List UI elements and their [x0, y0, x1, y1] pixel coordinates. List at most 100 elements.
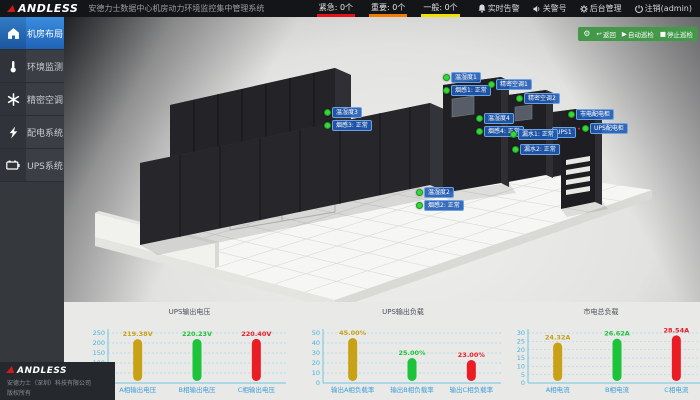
status-dot — [324, 122, 331, 129]
svg-text:28.54A: 28.54A — [664, 326, 690, 334]
sensor-label-text: UPS配电柜 — [590, 123, 628, 134]
mute-alarm-button[interactable]: 关警号 — [533, 3, 567, 14]
sensor-label-text: 市电配电柜 — [576, 109, 614, 120]
sidebar-item-label: 环境监测 — [26, 50, 64, 82]
sensor-label-text: 温湿度2 — [424, 187, 454, 198]
sensor-label-14[interactable]: 烟感2: 正常 — [416, 200, 464, 211]
sensor-label-text: 精密空调2 — [524, 93, 560, 104]
status-dot — [488, 81, 495, 88]
status-dot — [510, 131, 517, 138]
play-icon: ▶ — [622, 30, 627, 38]
svg-text:C相输出电压: C相输出电压 — [238, 385, 276, 394]
mute-alarm-label: 关警号 — [543, 3, 567, 14]
mains-load-chart: 05101520253024.32AA相电流26.62AB相电流28.54AC相… — [502, 317, 700, 400]
svg-text:45.00%: 45.00% — [339, 329, 367, 337]
svg-text:250: 250 — [93, 329, 105, 337]
status-dot — [582, 125, 589, 132]
header: ANDLESS 安德力士数据中心机房动力环境监控集中管理系统 紧急: 0个重要:… — [0, 0, 700, 17]
footer-logo: ANDLESS — [7, 366, 115, 376]
scene-back-button[interactable]: ↩返回 — [596, 29, 615, 39]
chart-title: 市电总负载 — [502, 304, 700, 317]
gear-icon — [580, 5, 588, 13]
svg-text:A相输出电压: A相输出电压 — [119, 385, 156, 394]
status-dot — [443, 87, 450, 94]
status-dot — [516, 95, 523, 102]
status-dot — [416, 202, 423, 209]
status-dot — [476, 115, 483, 122]
scene-settings-icon[interactable]: ⚙ — [583, 30, 590, 38]
logout-button[interactable]: 注销(admin) — [635, 3, 692, 14]
svg-text:200: 200 — [93, 339, 105, 347]
sensor-label-text: 精密空调1 — [496, 79, 532, 90]
snowflake-icon — [0, 83, 26, 115]
app-root: ANDLESS 安德力士数据中心机房动力环境监控集中管理系统 紧急: 0个重要:… — [0, 0, 700, 400]
svg-text:输出C相负载率: 输出C相负载率 — [450, 385, 494, 394]
svg-text:20: 20 — [312, 359, 320, 367]
sensor-label-3[interactable]: 精密空调2 — [516, 93, 560, 104]
svg-text:150: 150 — [93, 349, 105, 357]
svg-text:C相电流: C相电流 — [664, 385, 689, 394]
sensor-label-4[interactable]: 温湿度3 — [324, 107, 362, 118]
chart-panel-ups-load: UPS输出负载 0102030405045.00%输出A相负载率25.00%输出… — [297, 304, 509, 400]
sensor-label-0[interactable]: 温湿度1 — [443, 72, 481, 83]
footer-company: 安德力士（深圳）科技有限公司 — [7, 378, 115, 387]
sidebar-item-room-layout[interactable]: 机房布局 — [0, 17, 64, 50]
sensor-label-2[interactable]: 精密空调1 — [488, 79, 532, 90]
realtime-alarm-label: 实时告警 — [488, 3, 520, 14]
admin-button[interactable]: 后台管理 — [580, 3, 622, 14]
svg-text:B相输出电压: B相输出电压 — [179, 385, 216, 394]
sidebar-item-precision-ac[interactable]: 精密空调 — [0, 83, 64, 116]
svg-text:26.62A: 26.62A — [604, 330, 630, 338]
sidebar-item-power-distribution[interactable]: 配电系统 — [0, 116, 64, 149]
sensor-label-5[interactable]: 烟感3: 正常 — [324, 120, 372, 131]
sensor-label-text: 漏水2: 正常 — [520, 144, 560, 155]
sidebar-item-ups-system[interactable]: UPS系统 — [0, 149, 64, 182]
svg-text:30: 30 — [517, 329, 525, 337]
charts-strip: UPS输出电压 050100150200250219.38VA相输出电压220.… — [64, 302, 700, 400]
machine-room-scene — [64, 17, 700, 302]
alarm-pill-2[interactable]: 一般: 0个 — [421, 0, 459, 17]
top-menu: 实时告警 关警号 后台管理 注销(admin) — [478, 3, 692, 14]
lightning-icon — [0, 116, 26, 148]
back-icon: ↩ — [596, 30, 601, 38]
alarm-pill-0[interactable]: 紧急: 0个 — [317, 0, 355, 17]
viewport-3d[interactable]: ⚙ ↩返回 ▶自动巡检 ■停止巡检 温湿度1 烟感1: 正常精密空调1 精密空调2 温… — [64, 17, 700, 302]
sensor-label-text: 温湿度4 — [484, 113, 514, 124]
sensor-label-1[interactable]: 烟感1: 正常 — [443, 85, 491, 96]
sensor-label-13[interactable]: 温湿度2 — [416, 187, 454, 198]
chart-title: UPS输出电压 — [82, 304, 297, 317]
svg-text:输出B相负载率: 输出B相负载率 — [390, 385, 434, 394]
svg-text:0: 0 — [521, 379, 525, 387]
sensor-label-text: 烟感3: 正常 — [332, 120, 372, 131]
sidebar-item-environment[interactable]: 环境监测 — [0, 50, 64, 83]
sensor-label-6[interactable]: 温湿度4 — [476, 113, 514, 124]
thermometer-icon — [0, 50, 26, 82]
sensor-label-9[interactable]: UPS配电柜 — [582, 123, 628, 134]
svg-text:25.00%: 25.00% — [398, 349, 426, 357]
alarm-summary: 紧急: 0个重要: 0个一般: 0个 — [317, 0, 460, 17]
sensor-label-11[interactable]: 漏水1: 正常 — [510, 129, 558, 140]
sidebar-item-label: 配电系统 — [26, 116, 64, 148]
bell-icon — [478, 4, 486, 13]
realtime-alarm-button[interactable]: 实时告警 — [478, 3, 520, 14]
logout-label: 注销(admin) — [645, 3, 692, 14]
back-label: 返回 — [603, 29, 616, 39]
status-dot — [443, 74, 450, 81]
chart-title: UPS输出负载 — [297, 304, 509, 317]
speaker-icon — [533, 5, 541, 13]
sidebar: 机房布局 环境监测 精密空调 配电系统 UPS系统 — [0, 17, 64, 362]
svg-text:50: 50 — [312, 329, 320, 337]
sensor-label-text: 烟感1: 正常 — [451, 85, 491, 96]
svg-text:30: 30 — [312, 349, 320, 357]
footer: ANDLESS 安德力士（深圳）科技有限公司 版权所有 — [0, 362, 115, 400]
svg-text:219.38V: 219.38V — [123, 330, 153, 338]
alarm-pill-1[interactable]: 重要: 0个 — [369, 0, 407, 17]
sensor-label-text: 温湿度1 — [451, 72, 481, 83]
status-dot — [568, 111, 575, 118]
sensor-label-12[interactable]: 漏水2: 正常 — [512, 144, 560, 155]
stop-patrol-button[interactable]: ■停止巡检 — [660, 29, 693, 39]
svg-text:10: 10 — [517, 363, 525, 371]
sensor-label-8[interactable]: 市电配电柜 — [568, 109, 614, 120]
auto-patrol-button[interactable]: ▶自动巡检 — [622, 29, 654, 39]
svg-text:B相电流: B相电流 — [605, 385, 629, 394]
